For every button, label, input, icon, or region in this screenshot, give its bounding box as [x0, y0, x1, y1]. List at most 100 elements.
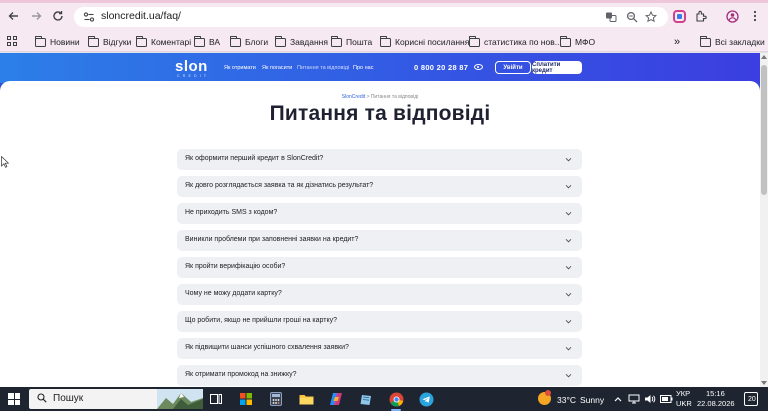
chevron-down-icon[interactable] [564, 155, 573, 164]
faq-item[interactable]: Як оформити перший кредит в SlonCredit? [177, 149, 582, 170]
extension-colorful-icon[interactable] [672, 9, 686, 23]
site-logo[interactable]: slon CREDIT [175, 58, 211, 80]
bookmark-folder[interactable]: статистика по нов... [468, 35, 562, 49]
bookmark-folder[interactable]: Коментарі [135, 35, 191, 49]
star-bookmark-icon[interactable] [644, 10, 658, 24]
hotline-phone[interactable]: 0 800 20 28 87 [414, 63, 468, 72]
folder-icon [330, 35, 342, 47]
battery-icon[interactable] [658, 391, 674, 407]
faq-item[interactable]: Як пройти верифікацію особи? [177, 257, 582, 278]
folder-icon [559, 35, 571, 47]
pay-credit-button[interactable]: Сплатити кредит [532, 61, 582, 74]
search-icon [37, 393, 47, 403]
faq-item[interactable]: Як підвищити шанси успішного схвалення з… [177, 338, 582, 359]
faq-question: Як підвищити шанси успішного схвалення з… [185, 344, 349, 351]
folder-icon [193, 35, 205, 47]
chevron-down-icon[interactable] [564, 209, 573, 218]
bookmark-folder[interactable]: МФО [559, 35, 595, 49]
faq-item[interactable]: Як довго розглядається заявка та як дізн… [177, 176, 582, 197]
clock-date[interactable]: 22.08.2026 [697, 399, 735, 408]
folder-icon [229, 35, 241, 47]
faq-question: Як пройти верифікацію особи? [185, 263, 286, 270]
app-tile-icon[interactable] [238, 391, 254, 407]
nav-how-to-repay[interactable]: Як погасити [262, 65, 292, 71]
breadcrumb: SlonCredit > Питання та відповіді [0, 94, 760, 100]
faq-item[interactable]: Чому не можу додати картку? [177, 284, 582, 305]
chevron-down-icon[interactable] [564, 317, 573, 326]
windows-start-icon[interactable] [8, 393, 20, 405]
faq-item[interactable]: Не приходить SMS з кодом? [177, 203, 582, 224]
translate-icon[interactable] [604, 10, 618, 24]
reload-button[interactable] [50, 8, 66, 24]
chevron-down-icon[interactable] [564, 182, 573, 191]
bookmark-folder[interactable]: Корисні посилання [379, 35, 469, 49]
bookmark-folder[interactable]: Пошта [330, 35, 372, 49]
chevron-down-icon[interactable] [564, 371, 573, 380]
scroll-down-arrow-icon[interactable] [761, 381, 767, 385]
language-indicator-top[interactable]: УКР [676, 389, 690, 398]
faq-item[interactable]: Як отримати промокод на знижку? [177, 365, 582, 386]
weather-temperature[interactable]: 33°C [557, 395, 576, 405]
faq-item[interactable]: Що робити, якщо не прийшли гроші на карт… [177, 311, 582, 332]
bookmark-folder[interactable]: Блоги [229, 35, 268, 49]
network-icon[interactable] [626, 391, 642, 407]
browser-menu-icon[interactable] [748, 9, 762, 23]
scroll-up-arrow-icon[interactable] [761, 55, 767, 59]
faq-question: Як оформити перший кредит в SlonCredit? [185, 155, 324, 162]
folder-icon [379, 35, 391, 47]
faq-question: Не приходить SMS з кодом? [185, 209, 278, 216]
faq-question: Як довго розглядається заявка та як дізн… [185, 182, 374, 189]
folder-icon [34, 35, 46, 47]
page-scrollbar[interactable] [760, 53, 768, 387]
main-content: SlonCredit > Питання та відповіді Питанн… [0, 81, 760, 387]
bookmark-folder[interactable]: Новини [34, 35, 80, 49]
search-highlight-landscape-icon [157, 389, 203, 409]
eye-accessibility-icon[interactable] [474, 64, 483, 70]
site-settings-icon[interactable] [82, 10, 96, 24]
faq-question: Що робити, якщо не прийшли гроші на карт… [185, 317, 337, 324]
faq-question: Виникли проблеми при заповненні заявки н… [185, 236, 359, 243]
apps-grid-icon[interactable] [7, 36, 17, 46]
calculator-icon[interactable] [268, 391, 284, 407]
notepad-icon[interactable] [358, 391, 374, 407]
breadcrumb-home-link[interactable]: SlonCredit [342, 94, 365, 100]
nav-about[interactable]: Про нас [353, 65, 373, 71]
chevron-down-icon[interactable] [564, 290, 573, 299]
faq-item[interactable]: Виникли проблеми при заповненні заявки н… [177, 230, 582, 251]
taskbar-search[interactable]: Пошук [29, 389, 203, 409]
chevron-up-icon[interactable] [610, 391, 626, 407]
bookmark-folder[interactable]: Відгуки [87, 35, 131, 49]
folder-icon [135, 35, 147, 47]
clock-time[interactable]: 15:16 [706, 389, 725, 398]
chrome-icon[interactable] [388, 391, 404, 407]
language-indicator-bottom[interactable]: UKR [676, 399, 692, 408]
file-explorer-icon[interactable] [298, 391, 314, 407]
login-button[interactable]: Увійти [495, 61, 531, 74]
chevron-down-icon[interactable] [564, 344, 573, 353]
scroll-thumb[interactable] [761, 65, 767, 195]
arrow-right-icon [32, 12, 42, 20]
bookmark-folder[interactable]: Завдання [274, 35, 328, 49]
breadcrumb-current: Питання та відповіді [370, 94, 419, 100]
copilot-icon[interactable] [328, 391, 344, 407]
back-button[interactable] [6, 8, 22, 24]
chevron-down-icon[interactable] [564, 236, 573, 245]
volume-icon[interactable] [642, 391, 658, 407]
nav-faq[interactable]: Питання та відповіді [297, 65, 349, 71]
extensions-puzzle-icon[interactable] [694, 9, 708, 23]
forward-button[interactable] [28, 8, 44, 24]
more-bookmarks-button[interactable]: » [674, 35, 680, 49]
weather-description[interactable]: Sunny [580, 395, 604, 405]
faq-question: Чому не можу додати картку? [185, 290, 282, 297]
tab-strip [0, 0, 768, 3]
zoom-icon[interactable] [625, 10, 639, 24]
task-view-icon[interactable] [208, 391, 224, 407]
nav-how-to-get[interactable]: Як отримати [224, 65, 256, 71]
chevron-down-icon[interactable] [564, 263, 573, 272]
url-text[interactable]: sloncredit.ua/faq/ [101, 10, 181, 22]
bookmark-folder[interactable]: ВА [193, 35, 220, 49]
all-bookmarks-folder[interactable]: Всі закладки [699, 35, 765, 49]
address-bar[interactable]: sloncredit.ua/faq/ [74, 7, 668, 27]
profile-avatar-icon[interactable] [725, 9, 739, 23]
telegram-icon[interactable] [418, 391, 434, 407]
